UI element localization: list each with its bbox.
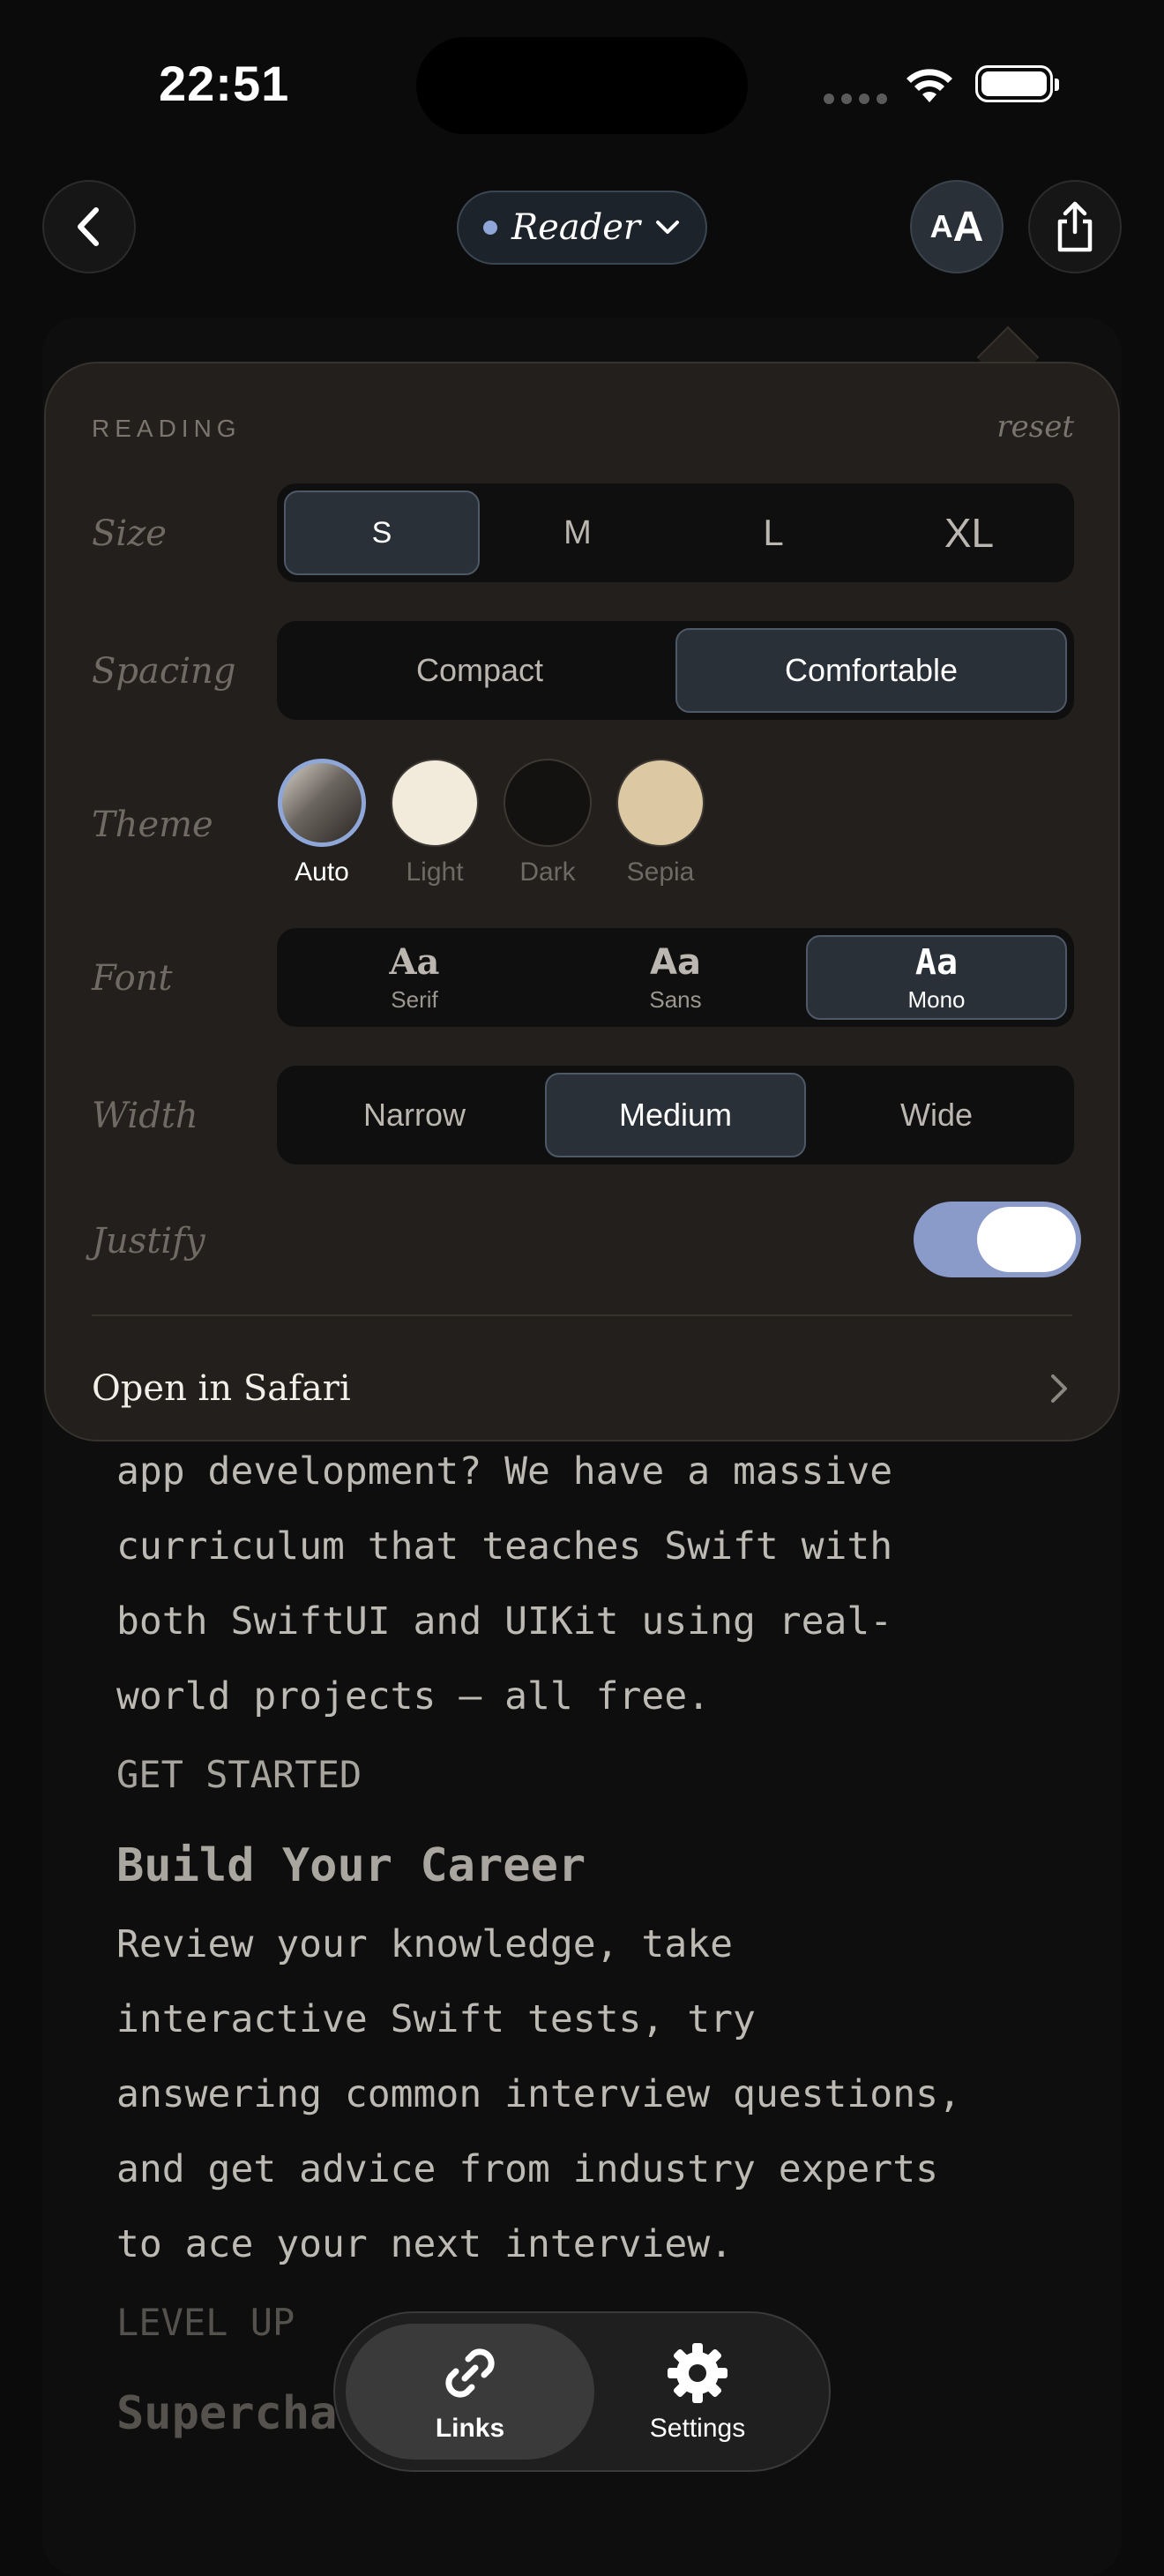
share-button[interactable]: [1028, 180, 1122, 273]
font-sample-sans: Aa: [650, 941, 701, 983]
font-option-sans[interactable]: Aa Sans: [545, 935, 806, 1020]
font-segmented-control: Aa Serif Aa Sans Aa Mono: [277, 928, 1074, 1027]
dynamic-island: [416, 37, 748, 134]
tab-settings-label: Settings: [649, 2414, 746, 2443]
spacing-label: Spacing: [92, 651, 236, 692]
text-size-icon-small: A: [929, 208, 953, 244]
theme-label-light: Light: [406, 857, 464, 887]
open-in-safari-row[interactable]: Open in Safari: [92, 1344, 1072, 1433]
size-label: Size: [92, 513, 167, 554]
width-option-medium[interactable]: Medium: [545, 1073, 806, 1157]
font-name-mono: Mono: [907, 985, 966, 1013]
tab-links[interactable]: Links: [346, 2324, 594, 2460]
font-name-serif: Serif: [391, 986, 438, 1013]
article-line: curriculum that teaches Swift with: [116, 1524, 893, 1569]
article-line: to ace your next interview.: [116, 2222, 733, 2266]
theme-swatch-sepia: [616, 759, 705, 847]
article-line: world projects — all free.: [116, 1674, 711, 1719]
width-option-narrow[interactable]: Narrow: [284, 1073, 545, 1157]
theme-label: Theme: [92, 805, 213, 845]
text-settings-button[interactable]: AA: [910, 180, 1004, 273]
reader-mode-selector[interactable]: Reader: [457, 191, 707, 265]
theme-option-sepia[interactable]: Sepia: [616, 759, 705, 887]
size-option-xl[interactable]: XL: [871, 490, 1067, 575]
theme-option-dark[interactable]: Dark: [503, 759, 593, 887]
divider: [92, 1314, 1072, 1316]
chevron-right-icon: [1051, 1374, 1067, 1403]
theme-swatch-light: [391, 759, 479, 847]
size-option-m[interactable]: M: [480, 490, 675, 575]
font-name-sans: Sans: [649, 985, 702, 1013]
article-line: answering common interview questions,: [116, 2072, 961, 2116]
reader-mode-label: Reader: [511, 207, 641, 248]
open-in-safari-label: Open in Safari: [92, 1368, 351, 1409]
theme-label-auto: Auto: [295, 857, 349, 887]
article-line: Review your knowledge, take: [116, 1922, 733, 1966]
spacing-option-comfortable[interactable]: Comfortable: [675, 628, 1067, 713]
theme-label-dark: Dark: [519, 857, 576, 887]
article-line: app development? We have a massive: [116, 1449, 893, 1494]
justify-toggle[interactable]: [914, 1202, 1081, 1277]
toggle-knob: [977, 1207, 1076, 1272]
font-option-serif[interactable]: Aa Serif: [284, 935, 545, 1020]
get-started-link[interactable]: GET STARTED: [116, 1750, 1104, 1800]
size-option-l[interactable]: L: [675, 490, 871, 575]
theme-swatch-dark: [504, 759, 592, 847]
status-dot: [482, 221, 497, 235]
article-heading: Build Your Career: [116, 1839, 586, 1892]
width-label: Width: [92, 1096, 198, 1136]
width-option-wide[interactable]: Wide: [806, 1073, 1067, 1157]
link-icon: [445, 2348, 495, 2398]
gear-icon: [668, 2343, 728, 2403]
chevron-down-icon: [656, 221, 680, 234]
share-icon: [1057, 201, 1093, 252]
wifi-icon: [907, 69, 952, 102]
battery-icon: [975, 65, 1059, 102]
size-segmented-control: S M L XL: [277, 483, 1074, 582]
article-content: app development? We have a massive curri…: [116, 1434, 1104, 2455]
text-size-icon-big: A: [952, 203, 984, 251]
font-sample-mono: Aa: [914, 941, 959, 983]
width-segmented-control: Narrow Medium Wide: [277, 1066, 1074, 1164]
font-label: Font: [92, 958, 173, 999]
font-sample-serif: Aa: [389, 941, 440, 983]
theme-option-light[interactable]: Light: [390, 759, 480, 887]
spacing-option-compact[interactable]: Compact: [284, 628, 675, 713]
spacing-segmented-control: Compact Comfortable: [277, 621, 1074, 720]
reset-button[interactable]: reset: [996, 409, 1074, 445]
font-option-mono[interactable]: Aa Mono: [806, 935, 1067, 1020]
reading-settings-popover: READING reset Size S M L XL Spacing Comp…: [44, 362, 1120, 1442]
theme-label-sepia: Sepia: [626, 857, 695, 887]
signal-icon: [824, 94, 887, 104]
reading-header: READING: [92, 415, 242, 442]
justify-label: Justify: [92, 1221, 205, 1262]
tab-settings[interactable]: Settings: [573, 2324, 822, 2460]
article-line: and get advice from industry experts: [116, 2147, 938, 2191]
theme-option-auto[interactable]: Auto: [277, 759, 367, 887]
size-option-s[interactable]: S: [284, 490, 480, 575]
back-button[interactable]: [42, 180, 136, 273]
theme-swatch-auto: [278, 759, 366, 847]
theme-picker: Auto Light Dark Sepia: [277, 759, 705, 887]
chevron-left-icon: [78, 207, 99, 246]
status-time: 22:51: [159, 56, 290, 111]
tab-links-label: Links: [435, 2414, 505, 2443]
tab-bar: Links Settings: [333, 2311, 831, 2472]
article-line: both SwiftUI and UIKit using real-: [116, 1599, 893, 1644]
article-line: interactive Swift tests, try: [116, 1997, 756, 2041]
